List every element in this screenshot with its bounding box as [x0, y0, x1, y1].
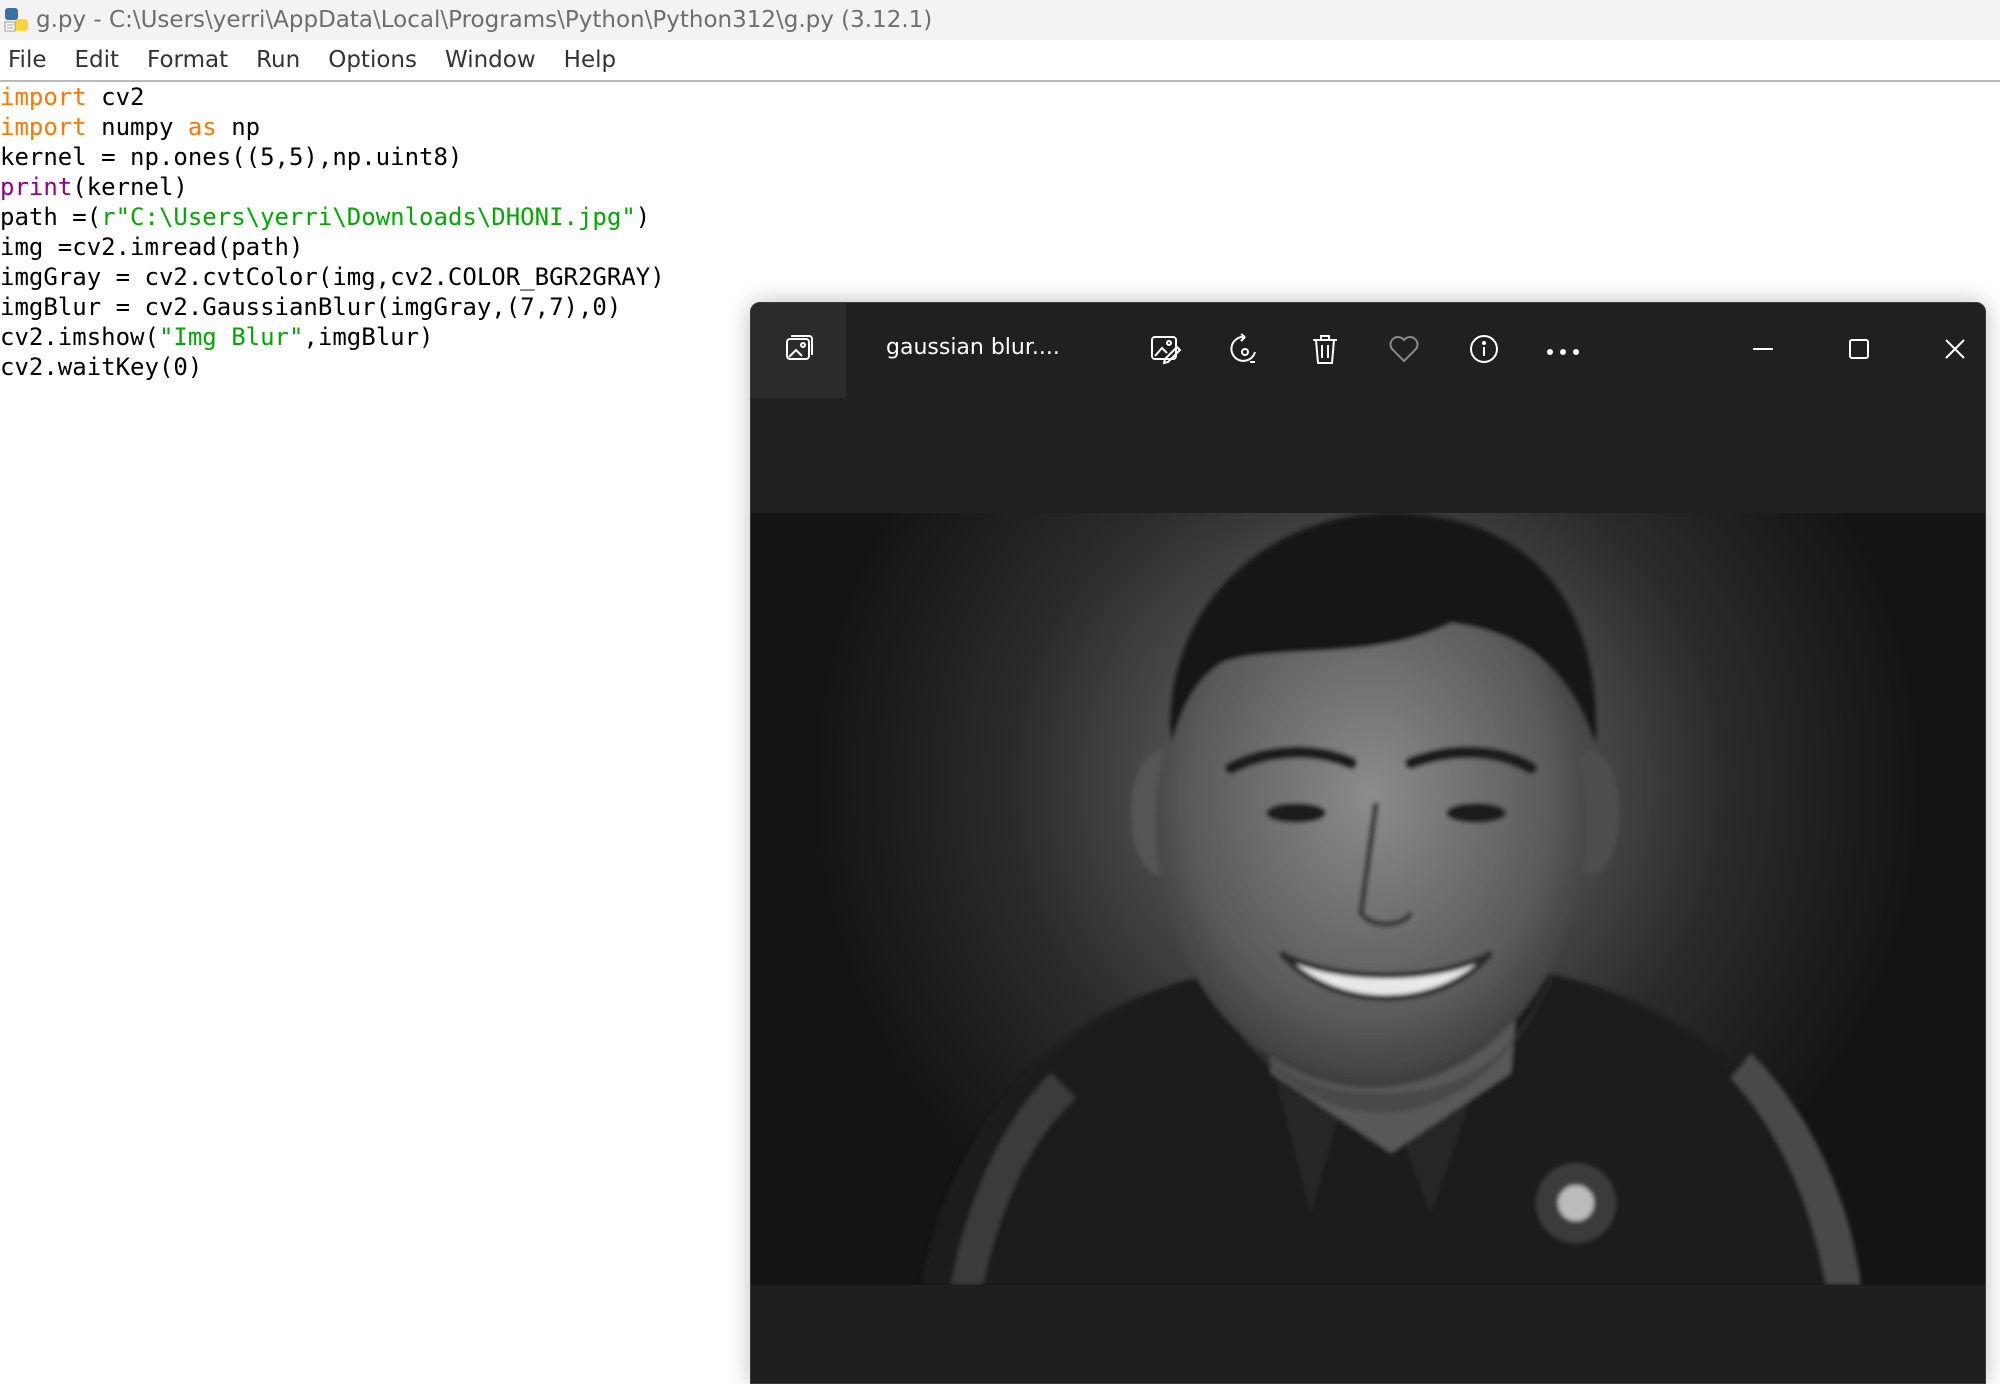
code-line[interactable]: kernel = np.ones((5,5),np.uint8): [0, 142, 2000, 172]
code-token: (kernel): [72, 173, 188, 201]
rotate-icon: [1228, 332, 1262, 370]
displayed-photo: [751, 513, 1985, 1285]
viewer-title: gaussian blur....: [886, 335, 1060, 360]
minimize-button[interactable]: [1743, 331, 1783, 371]
gallery-button[interactable]: [751, 303, 846, 398]
code-token: path =(: [0, 203, 102, 231]
viewer-filmstrip-area: [751, 1285, 1985, 1383]
menu-run[interactable]: Run: [248, 47, 314, 73]
code-line[interactable]: path =(r"C:\Users\yerri\Downloads\DHONI.…: [0, 202, 2000, 232]
menu-options[interactable]: Options: [320, 47, 431, 73]
edit-image-button[interactable]: [1146, 331, 1186, 371]
info-icon: [1468, 333, 1500, 369]
menu-format[interactable]: Format: [139, 47, 242, 73]
menu-bar: File Edit Format Run Options Window Help: [0, 40, 2000, 82]
menu-help[interactable]: Help: [556, 47, 630, 73]
gallery-icon: [783, 333, 815, 369]
maximize-button[interactable]: [1839, 331, 1879, 371]
more-button[interactable]: [1543, 331, 1583, 371]
more-icon: [1545, 342, 1581, 361]
code-line[interactable]: import numpy as np: [0, 112, 2000, 142]
code-token: ): [635, 203, 651, 231]
code-token: imgGray = cv2.cvtColor(img,cv2.COLOR_BGR…: [0, 263, 665, 291]
code-token: as: [187, 113, 217, 141]
code-token: cv2.waitKey(0): [0, 353, 203, 381]
window-titlebar: g.py - C:\Users\yerri\AppData\Local\Prog…: [0, 0, 2000, 40]
minimize-icon: [1751, 337, 1775, 365]
edit-image-icon: [1149, 332, 1183, 370]
close-icon: [1943, 337, 1967, 365]
favorite-button[interactable]: [1384, 331, 1424, 371]
menu-edit[interactable]: Edit: [67, 47, 134, 73]
menu-file[interactable]: File: [0, 47, 61, 73]
code-token: img =cv2.imread(path): [0, 233, 304, 261]
viewer-toolbar: gaussian blur....: [751, 303, 1985, 513]
python-icon: [2, 5, 32, 35]
code-token: "Img Blur": [158, 323, 304, 351]
code-token: cv2: [86, 83, 145, 111]
close-button[interactable]: [1935, 331, 1975, 371]
maximize-icon: [1847, 337, 1871, 365]
code-token: kernel = np.ones((5,5),np.uint8): [0, 143, 463, 171]
photo-viewer-window: gaussian blur....: [750, 302, 1986, 1384]
menu-window[interactable]: Window: [437, 47, 550, 73]
portrait-photo: [921, 513, 1861, 1285]
favorite-icon: [1387, 333, 1421, 369]
code-line[interactable]: import cv2: [0, 82, 2000, 112]
code-token: ,imgBlur): [303, 323, 434, 351]
rotate-button[interactable]: [1225, 331, 1265, 371]
code-token: print: [0, 173, 73, 201]
code-line[interactable]: imgGray = cv2.cvtColor(img,cv2.COLOR_BGR…: [0, 262, 2000, 292]
code-token: r"C:\Users\yerri\Downloads\DHONI.jpg": [101, 203, 636, 231]
code-token: import: [0, 113, 87, 141]
code-token: import: [0, 83, 87, 111]
delete-button[interactable]: [1305, 331, 1345, 371]
code-token: np: [216, 113, 261, 141]
window-title: g.py - C:\Users\yerri\AppData\Local\Prog…: [36, 7, 933, 33]
code-token: numpy: [86, 113, 188, 141]
code-token: imgBlur = cv2.GaussianBlur(imgGray,(7,7)…: [0, 293, 622, 321]
code-line[interactable]: print(kernel): [0, 172, 2000, 202]
delete-icon: [1309, 332, 1341, 370]
code-token: cv2.imshow(: [0, 323, 159, 351]
info-button[interactable]: [1464, 331, 1504, 371]
code-line[interactable]: img =cv2.imread(path): [0, 232, 2000, 262]
